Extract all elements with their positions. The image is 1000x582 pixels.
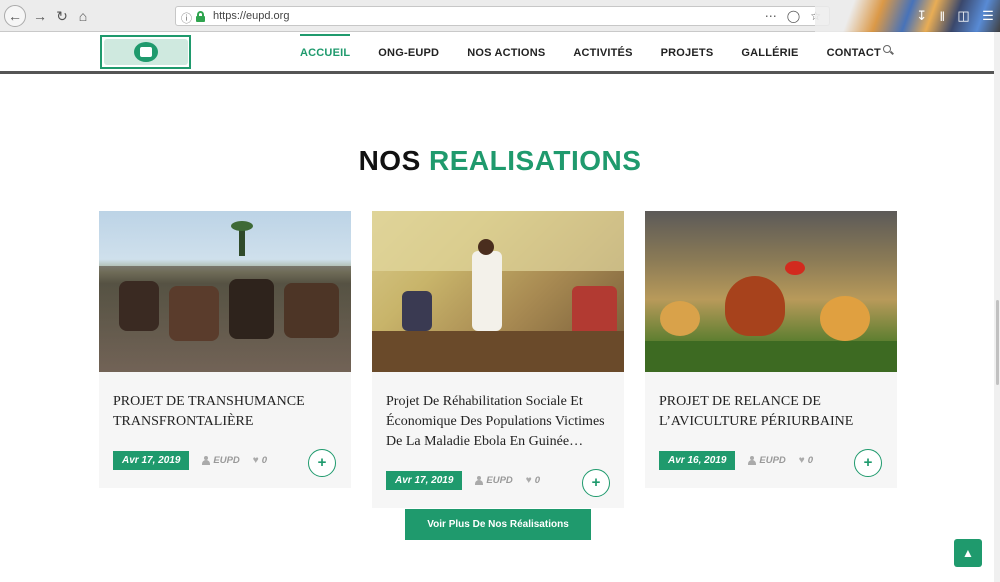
forward-icon[interactable]: → [30,6,50,26]
more-icon[interactable]: ⋯ [765,9,777,23]
date-badge: Avr 16, 2019 [659,451,736,470]
cattle-image[interactable] [99,211,351,372]
menu-icon[interactable]: ☰ [982,8,994,24]
author-name[interactable]: EUPD [759,455,785,466]
nav-gallerie[interactable]: GALLÉRIE [741,47,798,59]
classroom-image[interactable] [372,211,624,372]
section-title-part2: REALISATIONS [429,145,642,176]
chickens-image[interactable] [645,211,897,372]
site-header: ACCUEIL ONG-EUPD NOS ACTIONS ACTIVITÉS P… [0,32,1000,74]
heart-icon[interactable]: ♥ [526,475,532,486]
user-icon [202,456,211,465]
plus-icon[interactable]: + [582,469,610,497]
scrollbar-thumb[interactable] [996,300,999,385]
project-card: PROJET DE TRANSHUMANCE TRANSFRONTALIÈRE … [99,211,351,488]
nav-nos-actions[interactable]: NOS ACTIONS [467,47,545,59]
card-title[interactable]: PROJET DE RELANCE DE L’AVICULTURE PÉRIUR… [659,392,883,432]
project-card: Projet De Réhabilitation Sociale Et Écon… [372,211,624,508]
like-count: 0 [261,455,268,466]
home-icon[interactable]: ⌂ [73,6,93,26]
nav-projets[interactable]: PROJETS [661,47,714,59]
browser-toolbar: ← → ↻ ⌂ ⓘ https://eupd.org ⋯ ◯ ☆ ↧ ‖ ◫ ☰ [0,0,1000,32]
search-icon[interactable] [883,45,894,55]
section-title-part1: NOS [358,145,421,176]
site-logo[interactable] [100,35,191,69]
author-name[interactable]: EUPD [486,475,512,486]
lock-icon [196,11,205,22]
arrow-up-icon[interactable]: ▲ [954,539,982,567]
like-count: 0 [807,455,814,466]
section-title: NOS REALISATIONS [0,145,1000,177]
date-badge: Avr 17, 2019 [386,471,463,490]
sidebar-icon[interactable]: ◫ [957,8,969,24]
nav-ong-eupd[interactable]: ONG-EUPD [378,47,439,59]
author-name[interactable]: EUPD [213,455,239,466]
info-icon[interactable]: ⓘ [181,10,192,26]
download-icon[interactable]: ↧ [916,8,927,24]
nav-accueil[interactable]: ACCUEIL [300,34,351,59]
plus-icon[interactable]: + [308,449,336,477]
url-bar[interactable]: ⓘ https://eupd.org ⋯ ◯ ☆ [175,6,830,26]
date-badge: Avr 17, 2019 [113,451,190,470]
heart-icon[interactable]: ♥ [799,455,805,466]
user-icon [748,456,757,465]
project-card: PROJET DE RELANCE DE L’AVICULTURE PÉRIUR… [645,211,897,488]
main-nav: ACCUEIL ONG-EUPD NOS ACTIONS ACTIVITÉS P… [300,32,909,74]
plus-icon[interactable]: + [854,449,882,477]
card-title[interactable]: Projet De Réhabilitation Sociale Et Écon… [386,392,610,452]
card-title[interactable]: PROJET DE TRANSHUMANCE TRANSFRONTALIÈRE [113,392,337,432]
heart-icon[interactable]: ♥ [253,455,259,466]
url-text[interactable]: https://eupd.org [213,10,289,22]
pocket-icon[interactable]: ◯ [787,9,800,23]
library-icon[interactable]: ‖ [940,9,945,24]
user-icon [475,476,484,485]
back-icon[interactable]: ← [4,5,26,27]
more-realisations-button[interactable]: Voir Plus De Nos Réalisations [405,509,591,540]
like-count: 0 [534,475,541,486]
reload-icon[interactable]: ↻ [52,6,72,26]
nav-contact[interactable]: CONTACT [827,47,881,59]
nav-activites[interactable]: ACTIVITÉS [573,47,632,59]
